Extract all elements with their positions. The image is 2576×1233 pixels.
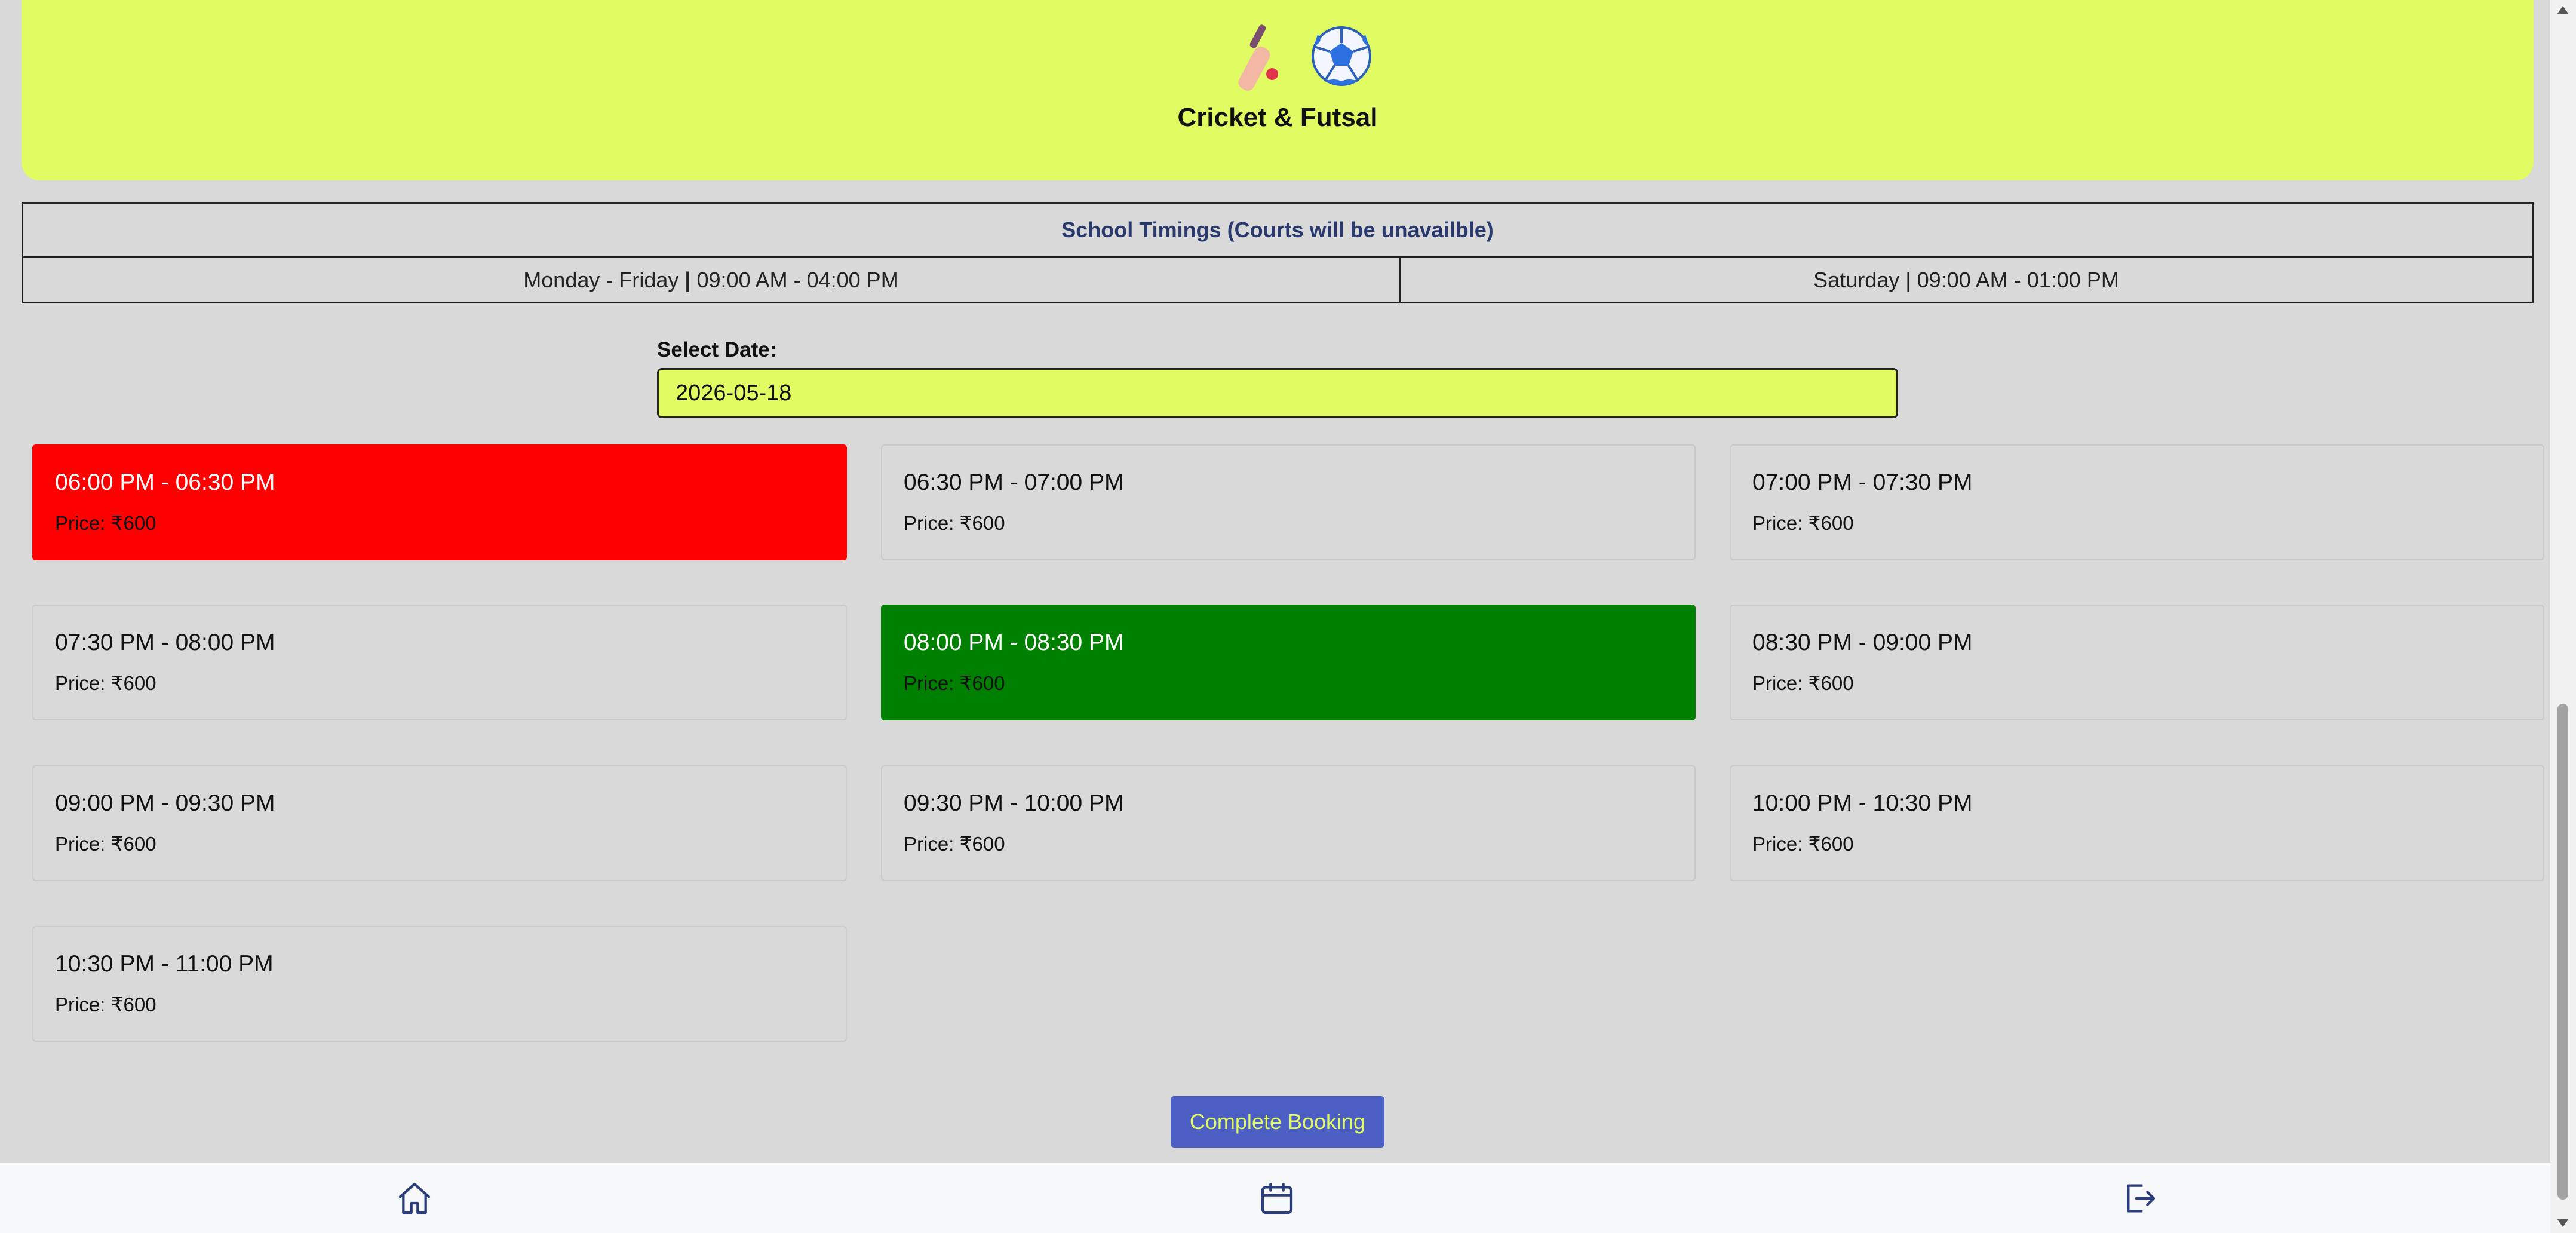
logout-icon[interactable] bbox=[2120, 1179, 2159, 1217]
slot-time: 08:30 PM - 09:00 PM bbox=[1752, 630, 1973, 655]
time-slot[interactable]: 09:00 PM - 09:30 PM Price: ₹600 bbox=[32, 765, 847, 881]
time-slot[interactable]: 08:00 PM - 08:30 PM Price: ₹600 bbox=[881, 605, 1696, 720]
bottom-nav bbox=[0, 1163, 2550, 1233]
slot-time: 07:30 PM - 08:00 PM bbox=[55, 630, 275, 655]
saturday-separator: | bbox=[1905, 267, 1911, 292]
slot-time: 10:30 PM - 11:00 PM bbox=[55, 951, 274, 977]
time-slot[interactable]: 09:30 PM - 10:00 PM Price: ₹600 bbox=[881, 765, 1696, 881]
weekday-separator: | bbox=[684, 267, 691, 292]
date-input[interactable] bbox=[657, 368, 1898, 418]
slot-price: Price: ₹600 bbox=[55, 512, 156, 534]
facility-title: Cricket & Futsal bbox=[1177, 103, 1378, 132]
slot-time: 06:00 PM - 06:30 PM bbox=[55, 470, 275, 495]
saturday-hours: 09:00 AM - 01:00 PM bbox=[1917, 267, 2119, 292]
slot-price: Price: ₹600 bbox=[55, 833, 156, 855]
slot-price: Price: ₹600 bbox=[904, 512, 1005, 534]
select-date-label: Select Date: bbox=[657, 338, 777, 361]
slot-price: Price: ₹600 bbox=[1752, 833, 1854, 855]
slot-price: Price: ₹600 bbox=[1752, 512, 1854, 534]
slot-price: Price: ₹600 bbox=[55, 672, 156, 694]
cricket-bat-icon bbox=[1238, 24, 1278, 91]
complete-booking-button[interactable]: Complete Booking bbox=[1171, 1096, 1384, 1148]
saturday-days: Saturday bbox=[1813, 267, 1900, 292]
time-slot[interactable]: 06:00 PM - 06:30 PM Price: ₹600 bbox=[32, 444, 847, 560]
time-slot[interactable]: 10:00 PM - 10:30 PM Price: ₹600 bbox=[1730, 765, 2544, 881]
weekday-days: Monday - Friday bbox=[523, 267, 679, 292]
soccer-ball-icon bbox=[1312, 26, 1371, 86]
slot-time: 09:00 PM - 09:30 PM bbox=[55, 790, 275, 816]
scroll-thumb[interactable] bbox=[2557, 704, 2568, 1200]
slot-time: 06:30 PM - 07:00 PM bbox=[904, 470, 1124, 495]
saturday-timing: Saturday | 09:00 AM - 01:00 PM bbox=[1401, 258, 2532, 302]
time-slot[interactable]: 07:30 PM - 08:00 PM Price: ₹600 bbox=[32, 605, 847, 720]
scroll-up-arrow-icon[interactable] bbox=[2557, 6, 2569, 14]
time-slot[interactable]: 10:30 PM - 11:00 PM Price: ₹600 bbox=[32, 926, 847, 1042]
slot-time: 08:00 PM - 08:30 PM bbox=[904, 630, 1124, 655]
weekday-timing: Monday - Friday | 09:00 AM - 04:00 PM bbox=[23, 258, 1401, 302]
time-slot[interactable]: 06:30 PM - 07:00 PM Price: ₹600 bbox=[881, 444, 1696, 560]
timings-heading: School Timings (Courts will be unavailbl… bbox=[23, 204, 2532, 258]
time-slot[interactable]: 08:30 PM - 09:00 PM Price: ₹600 bbox=[1730, 605, 2544, 720]
slot-price: Price: ₹600 bbox=[904, 672, 1005, 694]
school-timings-table: School Timings (Courts will be unavailbl… bbox=[22, 202, 2534, 303]
scroll-down-arrow-icon[interactable] bbox=[2557, 1219, 2569, 1227]
slot-time: 10:00 PM - 10:30 PM bbox=[1752, 790, 1973, 816]
time-slot[interactable]: 07:00 PM - 07:30 PM Price: ₹600 bbox=[1730, 444, 2544, 560]
home-icon[interactable] bbox=[395, 1179, 434, 1217]
slot-price: Price: ₹600 bbox=[904, 833, 1005, 855]
slot-price: Price: ₹600 bbox=[55, 993, 156, 1016]
calendar-icon[interactable] bbox=[1258, 1179, 1296, 1217]
weekday-hours: 09:00 AM - 04:00 PM bbox=[696, 267, 899, 292]
slot-time: 07:00 PM - 07:30 PM bbox=[1752, 470, 1973, 495]
header-banner: Cricket & Futsal bbox=[22, 0, 2534, 180]
sport-icons bbox=[1238, 24, 1371, 91]
slot-price: Price: ₹600 bbox=[1752, 672, 1854, 694]
page-scrollbar[interactable] bbox=[2550, 0, 2576, 1233]
slot-time: 09:30 PM - 10:00 PM bbox=[904, 790, 1124, 816]
